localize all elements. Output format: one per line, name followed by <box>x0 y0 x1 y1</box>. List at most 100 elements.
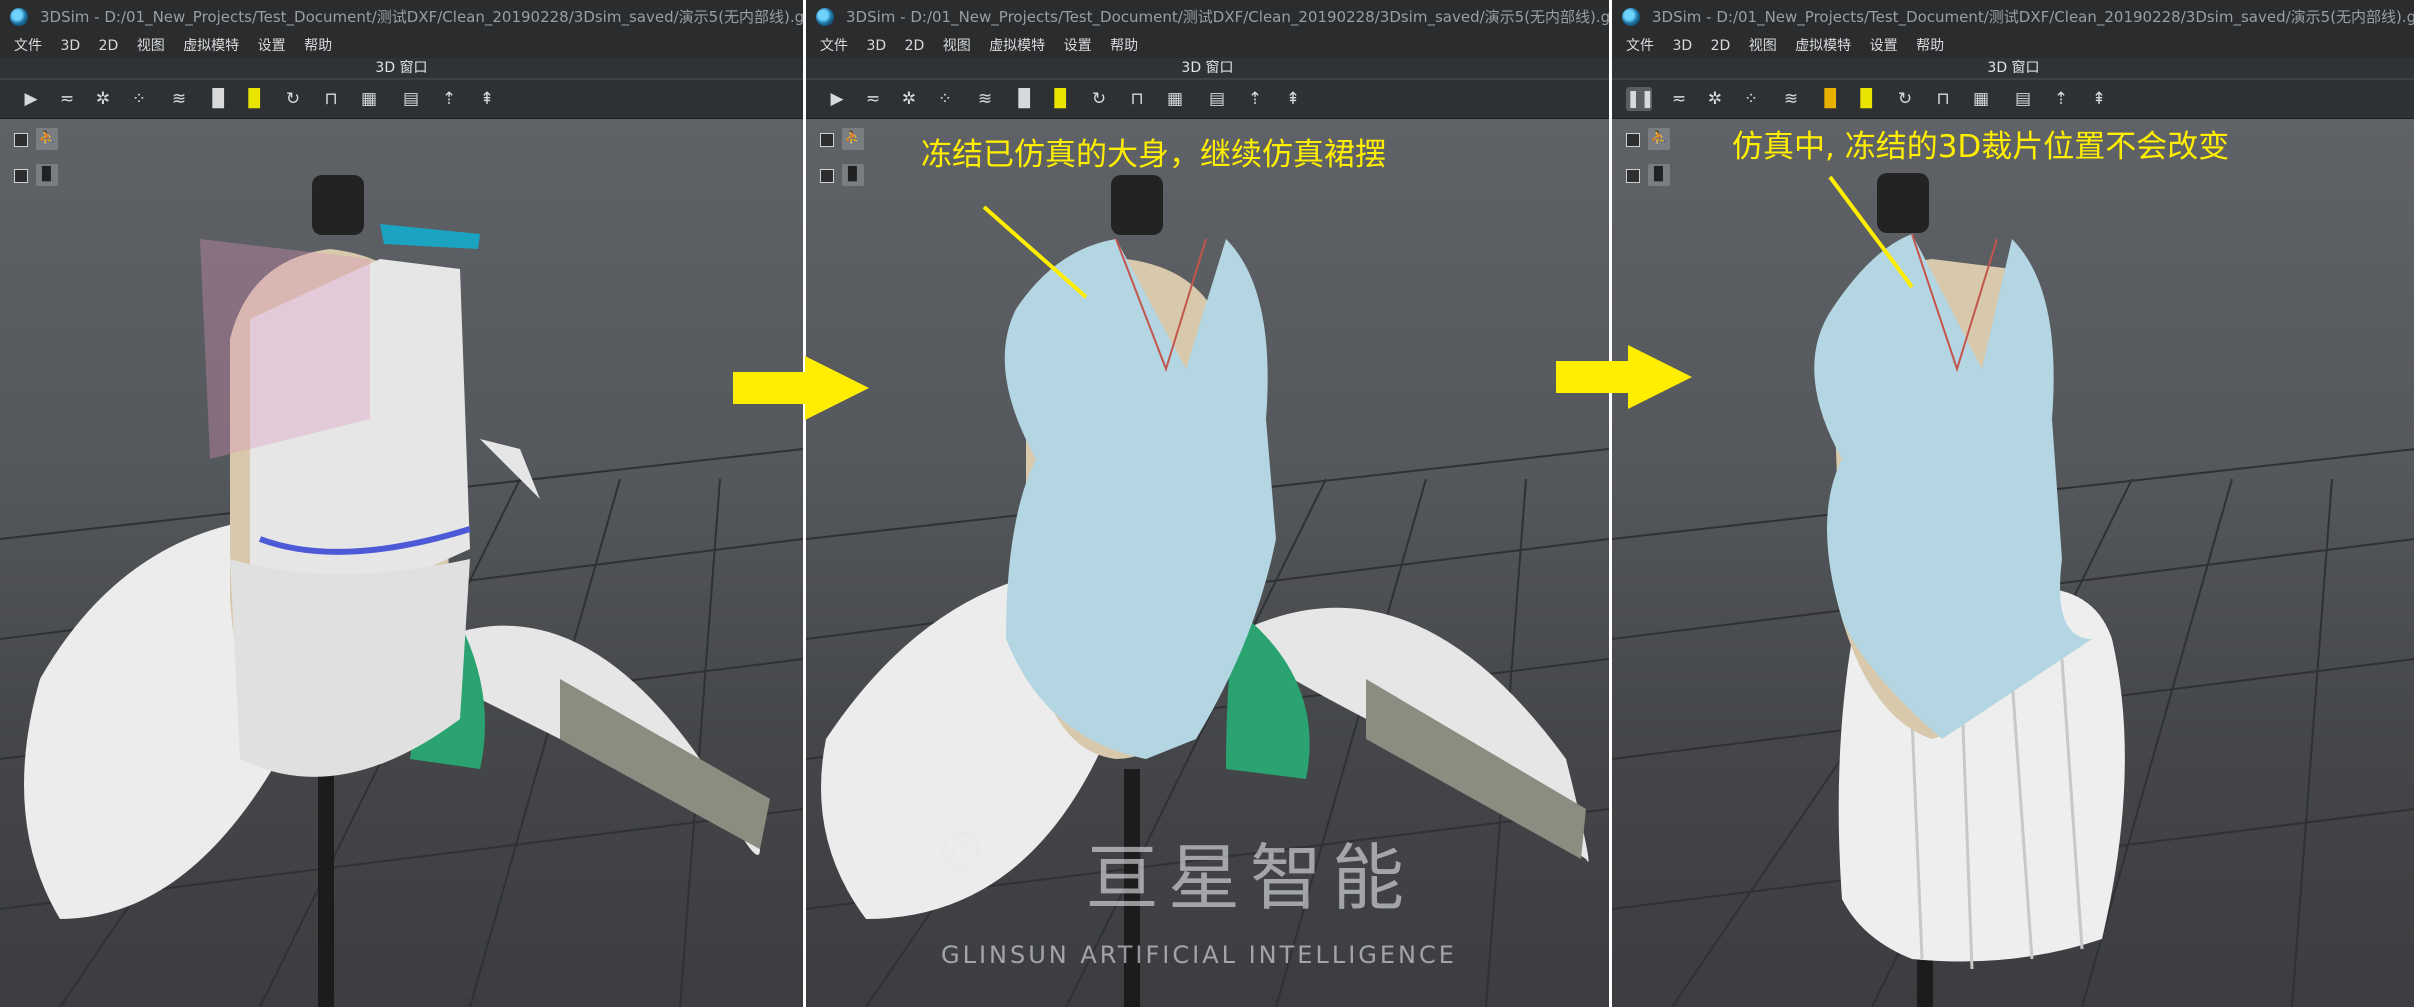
arrow-icon <box>733 356 869 420</box>
pin-icon[interactable]: ✲ <box>1702 87 1728 111</box>
3d-viewport[interactable]: ⛹ ▉ 冻结已仿真的大身，继续仿真裙摆 ⊚ 亘星智能 GLINSUN ARTIF… <box>806 119 1609 1007</box>
avatar-icon[interactable]: ⇡ <box>436 87 462 111</box>
title-bar: 3DSim - D:/01_New_Projects/Test_Document… <box>0 0 803 34</box>
reset-icon[interactable]: ↻ <box>280 87 306 111</box>
texture-icon[interactable]: ▤ <box>1204 87 1230 111</box>
menu-view[interactable]: 视图 <box>1749 38 1777 54</box>
visibility-toggle-avatar[interactable]: ⛹ <box>14 128 58 150</box>
tshirt-icon[interactable]: ⊓ <box>1930 87 1956 111</box>
menu-file[interactable]: 文件 <box>14 38 42 54</box>
wind-icon[interactable]: ≋ <box>1778 87 1804 111</box>
reset-icon[interactable]: ↻ <box>1892 87 1918 111</box>
texture-icon[interactable]: ▤ <box>2010 87 2036 111</box>
pause-icon[interactable]: ❚❚ <box>1626 87 1655 111</box>
menu-2d[interactable]: 2D <box>905 38 925 54</box>
view-title: 3D 窗口 <box>806 58 1609 78</box>
garment-colored-icon[interactable]: ▉ <box>1048 87 1074 111</box>
menu-file[interactable]: 文件 <box>820 38 848 54</box>
points-icon[interactable]: ⁘ <box>126 87 152 111</box>
menu-help[interactable]: 帮助 <box>1110 38 1138 54</box>
toolbar: ▶ ≂ ✲ ⁘ ≋ ▉ ▉ ↻ ⊓ ▦ ▤ ⇡ ⇞ <box>806 80 1609 119</box>
pin-icon[interactable]: ✲ <box>896 87 922 111</box>
menu-3d[interactable]: 3D <box>866 38 886 54</box>
texture-icon[interactable]: ▤ <box>398 87 424 111</box>
scene-left <box>0 175 803 1007</box>
garment-icon[interactable]: ▉ <box>206 87 232 111</box>
play-icon[interactable]: ▶ <box>824 87 850 111</box>
menu-file[interactable]: 文件 <box>1626 38 1654 54</box>
app-window-left: 3DSim - D:/01_New_Projects/Test_Document… <box>0 0 803 1007</box>
avatar-icon[interactable]: ⇡ <box>1242 87 1268 111</box>
avatar-icon[interactable]: ⇡ <box>2048 87 2074 111</box>
menu-settings[interactable]: 设置 <box>1870 38 1898 54</box>
menu-help[interactable]: 帮助 <box>304 38 332 54</box>
menu-bar: 文件 3D 2D 视图 虚拟模特 设置 帮助 <box>806 34 1609 58</box>
arrow-icon <box>1556 345 1692 409</box>
pin-icon[interactable]: ✲ <box>90 87 116 111</box>
layers-icon[interactable]: ▦ <box>1162 87 1188 111</box>
menu-bar: 文件 3D 2D 视图 虚拟模特 设置 帮助 <box>1612 34 2414 58</box>
menu-view[interactable]: 视图 <box>943 38 971 54</box>
flatten-icon[interactable]: ≂ <box>1666 87 1692 111</box>
menu-2d[interactable]: 2D <box>1711 38 1731 54</box>
toolbar: ▶ ≂ ✲ ⁘ ≋ ▉ ▉ ↻ ⊓ ▦ ▤ ⇡ ⇞ <box>0 80 803 119</box>
3d-viewport[interactable]: ⛹ ▉ 仿真中, 冻结的3D裁片位置不会改变 <box>1612 119 2414 1007</box>
garment-colored-icon[interactable]: ▉ <box>242 87 268 111</box>
menu-settings[interactable]: 设置 <box>258 38 286 54</box>
flatten-icon[interactable]: ≂ <box>54 87 80 111</box>
play-icon[interactable]: ▶ <box>18 87 44 111</box>
shoulder-strip <box>380 224 480 249</box>
layers-icon[interactable]: ▦ <box>356 87 382 111</box>
tshirt-icon[interactable]: ⊓ <box>1124 87 1150 111</box>
skirt-tip <box>480 439 540 499</box>
pose-icon[interactable]: ⇞ <box>474 87 500 111</box>
app-logo-icon <box>1622 8 1640 26</box>
watermark-logo-icon: ⊚ <box>936 815 987 885</box>
checkbox[interactable] <box>14 133 28 147</box>
title-bar: 3DSim - D:/01_New_Projects/Test_Document… <box>1612 0 2414 34</box>
visibility-toggle-garment[interactable]: ▉ <box>14 164 58 186</box>
garment-icon: ▉ <box>36 164 58 186</box>
watermark-tagline: GLINSUN ARTIFICIAL INTELLIGENCE <box>941 941 1457 969</box>
garment-colored-icon[interactable]: ▉ <box>1818 87 1844 111</box>
menu-avatar[interactable]: 虚拟模特 <box>989 38 1045 54</box>
menu-help[interactable]: 帮助 <box>1916 38 1944 54</box>
menu-3d[interactable]: 3D <box>60 38 80 54</box>
menu-view[interactable]: 视图 <box>137 38 165 54</box>
window-title: 3DSim - D:/01_New_Projects/Test_Document… <box>1652 8 2414 26</box>
points-icon[interactable]: ⁘ <box>1738 87 1764 111</box>
checkbox[interactable] <box>14 169 28 183</box>
pose-icon[interactable]: ⇞ <box>1280 87 1306 111</box>
toolbar: ❚❚ ≂ ✲ ⁘ ≋ ▉ ▉ ↻ ⊓ ▦ ▤ ⇡ ⇞ <box>1612 80 2414 119</box>
menu-2d[interactable]: 2D <box>99 38 119 54</box>
menu-settings[interactable]: 设置 <box>1064 38 1092 54</box>
view-title: 3D 窗口 <box>0 58 803 78</box>
garment-colored-icon[interactable]: ▉ <box>1854 87 1880 111</box>
wind-icon[interactable]: ≋ <box>972 87 998 111</box>
avatar-icon: ⛹ <box>36 128 58 150</box>
title-bar: 3DSim - D:/01_New_Projects/Test_Document… <box>806 0 1609 34</box>
app-window-right: 3DSim - D:/01_New_Projects/Test_Document… <box>1612 0 2414 1007</box>
3d-viewport[interactable]: ⛹ ▉ <box>0 119 803 1007</box>
window-title: 3DSim - D:/01_New_Projects/Test_Document… <box>846 8 1609 26</box>
garment-icon[interactable]: ▉ <box>1012 87 1038 111</box>
menu-avatar[interactable]: 虚拟模特 <box>183 38 239 54</box>
reset-icon[interactable]: ↻ <box>1086 87 1112 111</box>
view-title: 3D 窗口 <box>1612 58 2414 78</box>
comparison-figure: { "app": { "window_title": "3DSim - D:/0… <box>0 0 2414 1007</box>
watermark-brand: 亘星智能 <box>1086 836 1415 920</box>
layers-icon[interactable]: ▦ <box>1968 87 1994 111</box>
wind-icon[interactable]: ≋ <box>166 87 192 111</box>
menu-bar: 文件 3D 2D 视图 虚拟模特 设置 帮助 <box>0 34 803 58</box>
app-window-middle: 3DSim - D:/01_New_Projects/Test_Document… <box>806 0 1609 1007</box>
menu-avatar[interactable]: 虚拟模特 <box>1795 38 1851 54</box>
app-logo-icon <box>10 8 28 26</box>
callout-line <box>1828 175 1914 289</box>
points-icon[interactable]: ⁘ <box>932 87 958 111</box>
flatten-icon[interactable]: ≂ <box>860 87 886 111</box>
sewing-lines <box>560 679 770 849</box>
app-logo-icon <box>816 8 834 26</box>
tshirt-icon[interactable]: ⊓ <box>318 87 344 111</box>
pose-icon[interactable]: ⇞ <box>2086 87 2112 111</box>
menu-3d[interactable]: 3D <box>1672 38 1692 54</box>
